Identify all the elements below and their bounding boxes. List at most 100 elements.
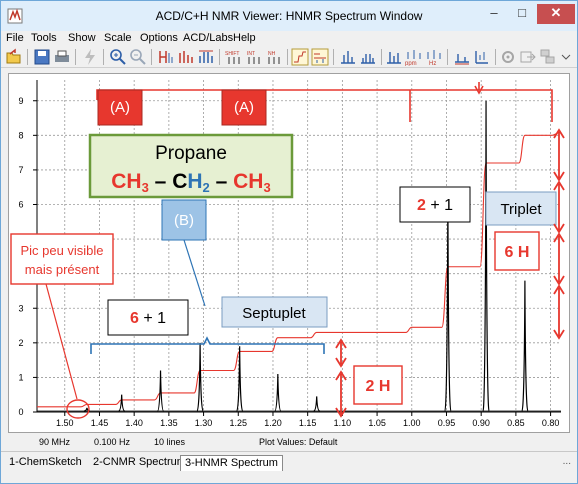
menu-tools[interactable]: Tools: [31, 32, 57, 44]
six-h-double-arrows: [553, 128, 565, 340]
simulate-icon[interactable]: [385, 48, 403, 66]
x-tick-label: 1.20: [264, 418, 282, 428]
x-tick-label: 1.25: [230, 418, 248, 428]
menu-help[interactable]: Help: [233, 32, 256, 44]
two-h-label: 2 H: [366, 378, 391, 395]
svg-text:INT: INT: [247, 51, 255, 57]
six-h-label: 6 H: [505, 244, 530, 261]
septuplet-label: Septuplet: [242, 305, 306, 322]
x-tick-label: 0.80: [542, 418, 560, 428]
x-tick-label: 1.45: [91, 418, 109, 428]
y-tick-label: 2: [18, 338, 23, 348]
x-tick-label: 1.35: [160, 418, 178, 428]
status-plot-values: Plot Values: Default: [259, 437, 338, 447]
y-tick-label: 9: [18, 96, 23, 106]
spectrum-peak: [313, 396, 320, 412]
peak-list-icon[interactable]: [177, 48, 195, 66]
nmr-spectrum-chart: 1.50 1.45 1.40 1.35 1.30 1.25 1.20 1.15 1.10 1.05…: [10, 80, 565, 428]
print-icon[interactable]: [53, 48, 71, 66]
status-frequency: 90 MHz: [39, 437, 71, 447]
menu-show[interactable]: Show: [68, 32, 96, 44]
x-tick-label: 1.15: [299, 418, 317, 428]
menu-more-icon[interactable]: [559, 48, 573, 66]
export-icon[interactable]: [519, 48, 537, 66]
spectrum-peak: [482, 100, 490, 412]
tab-chemsketch[interactable]: 1-ChemSketch: [5, 455, 86, 471]
two-h-double-arrows: [335, 338, 347, 418]
weak-peak-note-line2: mais présent: [25, 262, 100, 277]
multiplet-view-icon[interactable]: [359, 48, 377, 66]
x-tick-label: 1.30: [195, 418, 213, 428]
septuplet-brace: [90, 336, 325, 354]
toolbar-separator: [75, 49, 76, 65]
menu-file[interactable]: File: [6, 32, 24, 44]
status-bar: 90 MHz 0.100 Hz 10 lines Plot Values: De…: [1, 435, 577, 449]
ppm-icon[interactable]: ppm: [405, 48, 423, 66]
peak-pick-icon[interactable]: [157, 48, 175, 66]
toolbar: SHIFT INT NH ppm Hz: [1, 46, 577, 68]
molecule-name: Propane: [155, 143, 227, 164]
x-tick-label: 1.50: [56, 418, 74, 428]
menu-scale[interactable]: Scale: [104, 32, 132, 44]
status-step: 0.100 Hz: [94, 437, 131, 447]
baseline-icon[interactable]: [453, 48, 471, 66]
menu-acdlabs[interactable]: ACD/Labs: [183, 32, 233, 44]
svg-text:Hz: Hz: [429, 61, 436, 66]
spectrum-view-icon[interactable]: [311, 48, 329, 66]
close-button[interactable]: ✕: [537, 4, 575, 24]
multiplicity-label-icon[interactable]: NH: [265, 48, 283, 66]
weak-peak-circle: [66, 399, 90, 419]
y-tick-label: 6: [18, 200, 23, 210]
septuplet-count: 6 + 1: [130, 310, 166, 327]
lightning-icon[interactable]: [81, 48, 99, 66]
multiplet-icon[interactable]: [197, 48, 215, 66]
zoom-in-icon[interactable]: [109, 48, 127, 66]
shift-label-icon[interactable]: SHIFT: [225, 48, 243, 66]
y-tick-label: 3: [18, 303, 23, 313]
menu-options[interactable]: Options: [140, 32, 178, 44]
label-a-right: (A): [234, 99, 254, 116]
lock-icon[interactable]: [473, 48, 491, 66]
integral-label-icon[interactable]: INT: [245, 48, 263, 66]
tab-more-button[interactable]: ...: [563, 456, 571, 467]
open-file-icon[interactable]: [5, 48, 23, 66]
zoom-out-icon[interactable]: [129, 48, 147, 66]
spectrum-peak: [521, 280, 529, 412]
minimize-button[interactable]: –: [481, 4, 507, 24]
label-a-left: (A): [110, 99, 130, 116]
menu-bar: File Tools Show Scale Options ACD/Labs H…: [1, 31, 577, 46]
triplet-label: Triplet: [500, 201, 542, 218]
peaks-icon[interactable]: [339, 48, 357, 66]
weak-peak-pointer: [45, 283, 78, 400]
document-tab-bar: 1-ChemSketch 2-CNMR Spectrum 3-HNMR Spec…: [1, 451, 577, 471]
svg-text:ppm: ppm: [405, 61, 417, 66]
integration-toggle-icon[interactable]: [291, 48, 309, 66]
hz-icon[interactable]: Hz: [425, 48, 443, 66]
save-icon[interactable]: [33, 48, 51, 66]
maximize-button[interactable]: □: [509, 4, 535, 24]
spectrum-peak: [118, 394, 125, 412]
svg-text:NH: NH: [268, 51, 276, 57]
molecule-formula: CH3 – CH2 – CH3: [111, 170, 270, 195]
triplet-count: 2 + 1: [417, 197, 453, 214]
y-tick-label: 7: [18, 165, 23, 175]
settings-icon[interactable]: [499, 48, 517, 66]
toolbar-separator: [381, 49, 382, 65]
x-tick-label: 0.85: [507, 418, 525, 428]
x-tick-label: 1.00: [403, 418, 421, 428]
toolbar-separator: [103, 49, 104, 65]
y-tick-label: 8: [18, 130, 23, 140]
weak-peak-note-line1: Pic peu visible: [20, 243, 103, 258]
arrange-icon[interactable]: [539, 48, 557, 66]
label-b: (B): [174, 212, 194, 229]
y-tick-label: 0: [18, 407, 23, 417]
x-tick-label: 1.05: [368, 418, 386, 428]
tab-hnmr-spectrum[interactable]: 3-HNMR Spectrum: [180, 455, 283, 471]
toolbar-separator: [447, 49, 448, 65]
status-lines: 10 lines: [154, 437, 186, 447]
spectrum-plot-area[interactable]: 1.50 1.45 1.40 1.35 1.30 1.25 1.20 1.15 1.10 1.05…: [8, 73, 570, 433]
tab-cnmr-spectrum[interactable]: 2-CNMR Spectrum: [89, 455, 190, 471]
label-b-pointer: [183, 239, 206, 307]
toolbar-separator: [333, 49, 334, 65]
x-tick-label: 1.10: [334, 418, 352, 428]
